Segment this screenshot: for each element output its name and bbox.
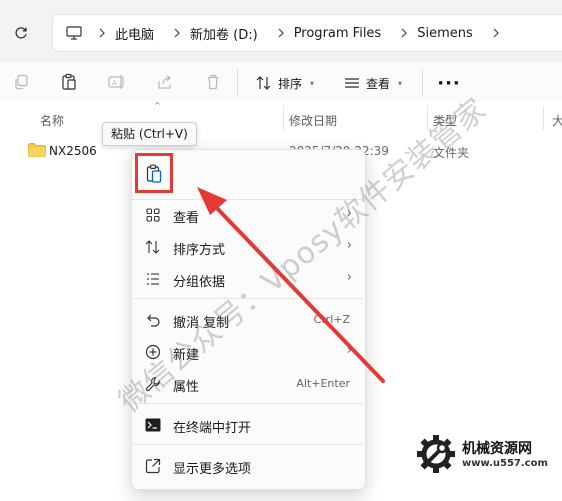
delete-icon[interactable]	[202, 71, 224, 93]
group-icon	[144, 270, 162, 288]
menu-item-label: 分组依据	[173, 275, 226, 290]
toolbar-divider	[237, 70, 238, 96]
grid-icon	[144, 206, 162, 224]
rename-icon[interactable]: A	[106, 71, 128, 93]
column-divider	[543, 106, 544, 130]
menu-item-label: 排序方式	[173, 243, 226, 258]
svg-text:A: A	[112, 79, 117, 87]
folder-icon	[28, 143, 46, 157]
menu-item-show-more-options[interactable]: 显示更多选项	[140, 451, 358, 481]
sort-icon	[144, 238, 162, 256]
menu-item-properties[interactable]: 属性 Alt+Enter	[140, 369, 358, 399]
command-bar: A 排序 ▾ 查看 ▾ ···	[0, 62, 562, 102]
column-divider	[427, 106, 428, 130]
menu-item-label: 查看	[173, 211, 200, 226]
chevron-right-icon: ›	[346, 238, 352, 253]
column-header-date[interactable]: 修改日期	[289, 112, 337, 129]
sort-caret-icon: ^	[154, 101, 161, 110]
terminal-icon	[144, 416, 162, 434]
column-header-size[interactable]: 大	[552, 112, 562, 129]
toolbar-divider	[422, 70, 423, 96]
paste-tooltip: 粘贴 (Ctrl+V)	[102, 122, 197, 146]
undo-icon	[144, 311, 162, 329]
chevron-right-icon	[485, 28, 507, 38]
sort-button[interactable]: 排序 ▾	[256, 70, 314, 96]
column-header-name[interactable]: 名称	[40, 112, 64, 129]
menu-item-label: 在终端中打开	[173, 421, 252, 436]
breadcrumb-program-files[interactable]: Program Files	[292, 26, 384, 41]
menu-item-shortcut: Ctrl+Z	[313, 313, 350, 326]
menu-separator	[132, 403, 363, 404]
open-external-icon	[144, 457, 162, 475]
menu-item-label: 撤消 复制	[173, 316, 230, 331]
share-icon[interactable]	[154, 71, 176, 93]
view-button[interactable]: 查看 ▾	[344, 70, 402, 96]
paste-button[interactable]	[135, 153, 173, 193]
wrench-icon	[144, 375, 162, 393]
sort-label: 排序	[278, 76, 303, 91]
file-name[interactable]: NX2506	[49, 144, 97, 158]
menu-item-label: 显示更多选项	[173, 462, 252, 477]
menu-item-label: 新建	[173, 348, 200, 363]
view-icon	[345, 78, 359, 88]
paste-toolbar-icon[interactable]	[58, 71, 80, 93]
breadcrumb-siemens[interactable]: Siemens	[415, 26, 475, 41]
menu-item-sort-by[interactable]: 排序方式 ›	[140, 232, 358, 262]
menu-separator	[132, 298, 363, 299]
site-logo: 机械资源网 www.u557.com	[414, 432, 560, 478]
chevron-right-icon: ›	[346, 343, 352, 358]
column-divider	[283, 106, 284, 130]
refresh-icon	[15, 27, 27, 39]
chevron-right-icon: ›	[346, 270, 352, 285]
menu-item-label: 属性	[173, 380, 200, 395]
plus-circle-icon	[144, 343, 162, 361]
menu-item-group-by[interactable]: 分组依据 ›	[140, 264, 358, 294]
menu-item-open-in-terminal[interactable]: 在终端中打开	[140, 410, 358, 440]
gear-wrench-icon	[417, 435, 455, 473]
column-header-type[interactable]: 类型	[433, 112, 457, 129]
chevron-right-icon	[166, 28, 188, 38]
menu-item-view[interactable]: 查看 ›	[140, 200, 358, 230]
more-options-button[interactable]: ···	[435, 70, 463, 96]
logo-url: www.u557.com	[462, 458, 548, 469]
chevron-down-icon: ▾	[398, 78, 403, 88]
breadcrumb-drive-d[interactable]: 新加卷 (D:)	[188, 24, 260, 43]
refresh-button[interactable]	[10, 22, 32, 44]
menu-separator	[132, 444, 363, 445]
breadcrumb-this-pc[interactable]: 此电脑	[113, 24, 156, 43]
chevron-right-icon	[393, 28, 415, 38]
chevron-down-icon: ▾	[310, 78, 315, 88]
file-type: 文件夹	[433, 146, 470, 160]
logo-title: 机械资源网	[462, 441, 532, 457]
menu-item-new[interactable]: 新建 ›	[140, 337, 358, 367]
view-label: 查看	[366, 76, 391, 91]
chevron-right-icon	[270, 28, 292, 38]
menu-item-shortcut: Alt+Enter	[296, 377, 350, 390]
sort-icon	[256, 76, 271, 90]
copy-icon[interactable]	[10, 71, 32, 93]
menu-item-undo-copy[interactable]: 撤消 复制 Ctrl+Z	[140, 305, 358, 335]
address-bar[interactable]: 此电脑 新加卷 (D:) Program Files Siemens	[52, 14, 562, 52]
computer-icon	[57, 15, 91, 51]
chevron-right-icon: ›	[346, 206, 352, 221]
chevron-right-icon	[91, 28, 113, 38]
paste-icon	[146, 164, 162, 183]
